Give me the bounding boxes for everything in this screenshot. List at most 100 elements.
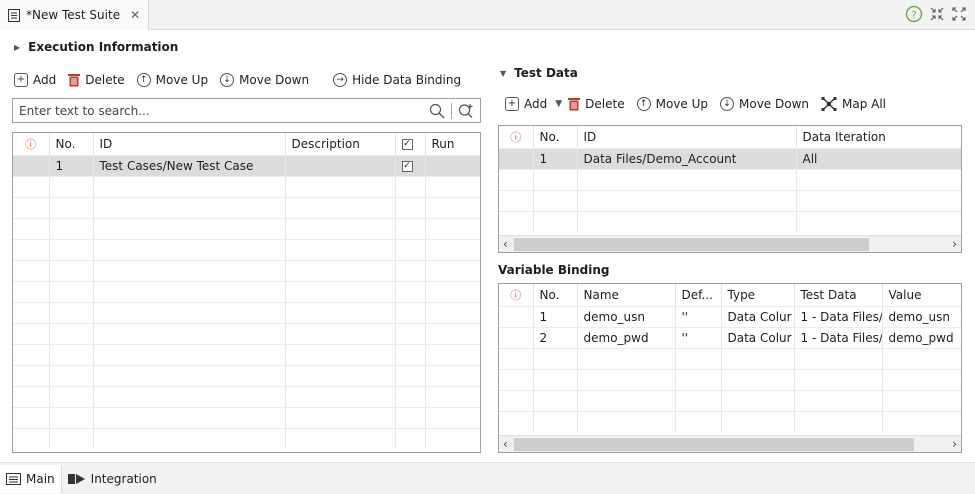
add-test-case-button[interactable]: + Add (14, 73, 56, 87)
row-name: demo_usn (577, 305, 676, 327)
row-type[interactable]: Data Colur (721, 305, 795, 327)
delete-label: Delete (85, 73, 125, 87)
column-header-value[interactable]: Value (882, 284, 961, 306)
checkbox-checked-icon: ✓ (401, 160, 413, 172)
column-header-id[interactable]: ID (577, 126, 797, 148)
column-header-no[interactable]: No. (49, 133, 94, 155)
execution-info-title: Execution Information (28, 40, 179, 54)
row-value[interactable]: demo_pwd (882, 326, 961, 348)
table-row[interactable]: 1 demo_usn '' Data Colur 1 - Data Files/… (499, 305, 961, 327)
plus-icon: + (14, 73, 28, 87)
horizontal-scrollbar[interactable]: ‹ › (499, 435, 961, 452)
row-default: '' (675, 305, 722, 327)
table-header: ⓘ No. Name Def... Type Test Data Value (499, 284, 961, 306)
empty-row (499, 368, 961, 390)
row-test-data[interactable]: 1 - Data Files/ (794, 326, 883, 348)
column-header-type[interactable]: Type (721, 284, 795, 306)
warning-icon: ⓘ (499, 284, 534, 306)
move-up-label: Move Up (655, 97, 708, 111)
column-header-id[interactable]: ID (93, 133, 286, 155)
scroll-right-icon[interactable]: › (952, 237, 957, 251)
scroll-left-icon[interactable]: ‹ (503, 437, 508, 451)
dropdown-caret-icon: ▼ (555, 99, 563, 109)
move-up-button[interactable]: ↑ Move Up (136, 73, 208, 87)
run-checkbox[interactable]: ✓ (395, 154, 426, 176)
column-header-run[interactable]: Run (425, 133, 480, 155)
test-data-table: ⓘ No. ID Data Iteration 1 Data Files/Dem… (498, 125, 962, 253)
collapse-all-icon[interactable] (929, 6, 945, 22)
test-data-title: Test Data (514, 66, 578, 80)
test-data-move-down-button[interactable]: ↓ Move Down (720, 97, 809, 111)
column-header-data-iteration[interactable]: Data Iteration (796, 126, 961, 148)
expand-all-icon[interactable] (951, 6, 967, 22)
test-data-header[interactable]: ▼ Test Data (500, 66, 578, 80)
search-icon[interactable] (429, 103, 445, 119)
delete-test-data-button[interactable]: Delete (568, 97, 625, 111)
arrow-up-icon: ↑ (636, 97, 651, 111)
row-no: 1 (49, 154, 94, 176)
map-all-button[interactable]: Map All (821, 97, 886, 111)
expanded-caret-icon: ▼ (500, 68, 507, 78)
column-header-default[interactable]: Def... (675, 284, 722, 306)
checkbox-checked-icon: ✓ (401, 138, 413, 150)
empty-row (499, 347, 961, 369)
tab-integration[interactable]: Integration (62, 465, 163, 493)
search-box (12, 98, 481, 123)
variable-binding-title: Variable Binding (498, 263, 610, 277)
row-test-data[interactable]: 1 - Data Files/ (794, 305, 883, 327)
table-row[interactable]: 1 Data Files/Demo_Account All (499, 147, 961, 169)
horizontal-scrollbar[interactable]: ‹ › (499, 235, 961, 252)
column-header-no[interactable]: No. (533, 126, 578, 148)
arrow-right-icon: → (333, 73, 348, 87)
empty-row (13, 322, 480, 344)
scroll-right-icon[interactable]: › (952, 437, 957, 451)
empty-row (13, 196, 480, 218)
add-label: Add (524, 97, 548, 111)
search-input[interactable] (13, 99, 429, 122)
column-header-description[interactable]: Description (285, 133, 396, 155)
tab-main[interactable]: Main (0, 464, 62, 493)
row-name: demo_pwd (577, 326, 676, 348)
arrow-down-icon: ↓ (720, 97, 734, 111)
warning-icon: ⓘ (13, 133, 50, 155)
row-value[interactable]: demo_usn (882, 305, 961, 327)
add-dropdown-button[interactable]: ▼ (555, 99, 562, 109)
advanced-search-icon[interactable] (458, 103, 474, 119)
scroll-left-icon[interactable]: ‹ (503, 237, 508, 251)
empty-row (499, 189, 961, 211)
scroll-thumb[interactable] (513, 437, 914, 451)
editor-tab[interactable]: *New Test Suite ✕ (0, 0, 150, 30)
hide-data-binding-button[interactable]: → Hide Data Binding (333, 73, 461, 87)
empty-row (13, 343, 480, 365)
table-header: ⓘ No. ID Data Iteration (499, 126, 961, 148)
empty-row (499, 168, 961, 190)
test-data-move-up-button[interactable]: ↑ Move Up (636, 97, 708, 111)
column-header-test-data[interactable]: Test Data (794, 284, 883, 306)
move-down-button[interactable]: ↓ Move Down (220, 73, 309, 87)
add-test-data-button[interactable]: + Add (505, 97, 547, 111)
empty-row (499, 389, 961, 411)
delete-test-case-button[interactable]: Delete (68, 73, 125, 87)
empty-row (499, 410, 961, 432)
execution-info-header[interactable]: ▶ Execution Information (14, 40, 178, 54)
title-tools: ? (905, 5, 967, 23)
help-icon[interactable]: ? (905, 5, 923, 23)
table-row[interactable]: 1 Test Cases/New Test Case ✓ (13, 154, 480, 176)
trash-icon (568, 98, 581, 111)
move-down-label: Move Down (739, 97, 809, 111)
move-down-label: Move Down (239, 73, 310, 87)
empty-row (499, 210, 961, 232)
editor-tab-title: *New Test Suite (26, 8, 121, 22)
row-iteration[interactable]: All (796, 147, 961, 169)
table-row[interactable]: 2 demo_pwd '' Data Colur 1 - Data Files/… (499, 326, 961, 348)
tab-main-label: Main (26, 471, 55, 486)
row-id: Data Files/Demo_Account (577, 147, 797, 169)
select-all-checkbox[interactable]: ✓ (395, 133, 426, 155)
tab-integration-label: Integration (90, 471, 157, 486)
close-icon[interactable]: ✕ (130, 8, 140, 22)
scroll-thumb[interactable] (513, 237, 869, 251)
row-type[interactable]: Data Colur (721, 326, 795, 348)
column-header-no[interactable]: No. (533, 284, 578, 306)
empty-row (13, 259, 480, 281)
column-header-name[interactable]: Name (577, 284, 676, 306)
